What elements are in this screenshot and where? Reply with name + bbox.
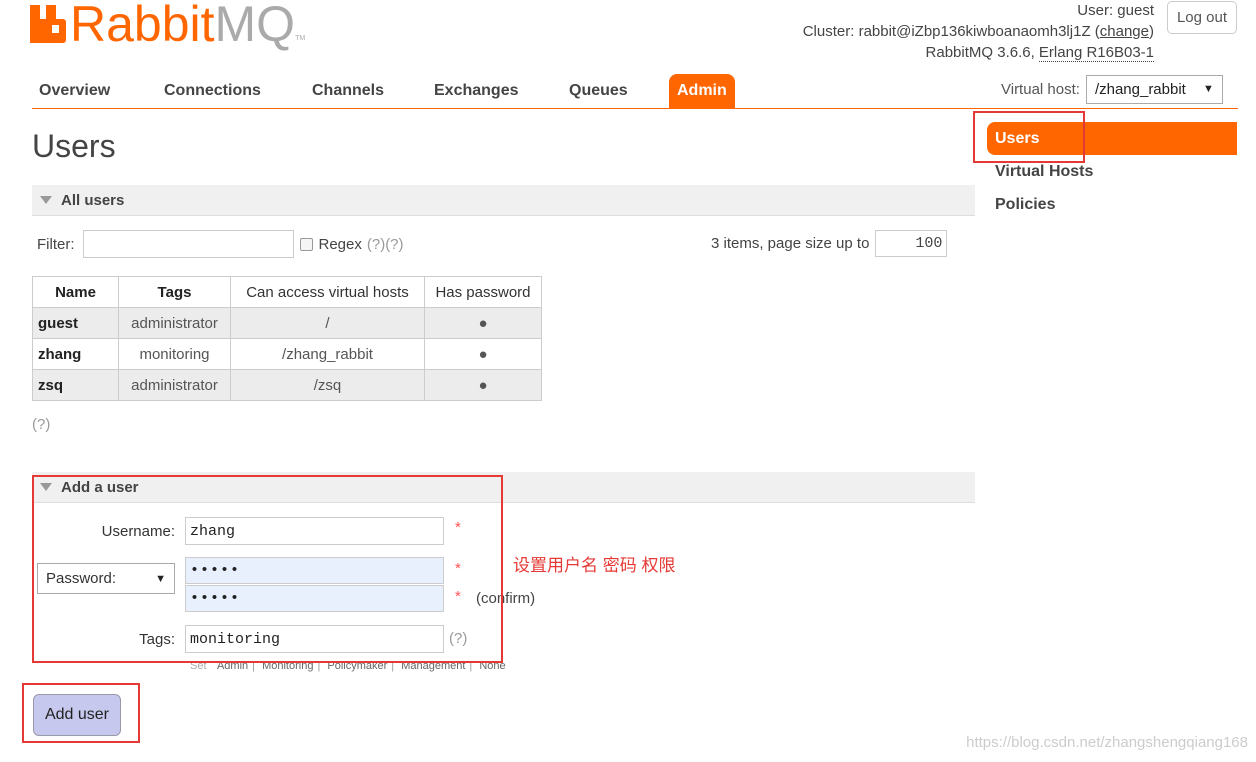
logo-trademark: TM — [295, 35, 306, 42]
user-tags: monitoring — [118, 338, 231, 370]
pagination-info: 3 items, page size up to 100 — [711, 229, 948, 257]
column-header-vhosts[interactable]: Can access virtual hosts — [230, 276, 425, 308]
has-password-dot: ● — [424, 369, 542, 401]
logo-wordmark: RabbitMQ — [70, 0, 296, 52]
user-line: User: guest — [1077, 2, 1154, 19]
table-help-link[interactable]: (?) — [32, 416, 50, 433]
annotation-text: 设置用户名 密码 权限 — [513, 556, 676, 575]
user-tags: administrator — [118, 307, 231, 339]
rabbitmq-logo: RabbitMQ TM — [30, 0, 306, 52]
user-tags: administrator — [118, 369, 231, 401]
collapse-triangle-icon — [40, 196, 52, 204]
page-size-input[interactable]: 100 — [875, 229, 948, 257]
erlang-version: Erlang R16B03-1 — [1038, 44, 1154, 62]
filter-label: Filter: — [37, 235, 75, 253]
user-vhosts: /zsq — [230, 369, 425, 401]
table-row[interactable]: guest administrator / ● — [32, 307, 542, 339]
all-users-section-header[interactable]: All users — [32, 185, 975, 216]
filter-row: Filter: Regex (?)(?) — [37, 230, 404, 258]
virtual-host-label: Virtual host: — [1001, 80, 1080, 98]
items-count-text: 3 items, page size up to — [711, 234, 870, 252]
column-header-name[interactable]: Name — [32, 276, 119, 308]
header-info: User: guest Cluster: rabbit@iZbp136kiwbo… — [803, 0, 1154, 63]
tab-queues[interactable]: Queues — [569, 74, 628, 108]
user-name-link[interactable]: zsq — [32, 369, 119, 401]
current-user: guest — [1117, 2, 1154, 19]
logout-button[interactable]: Log out — [1167, 1, 1237, 34]
has-password-dot: ● — [424, 307, 542, 339]
watermark: https://blog.csdn.net/zhangshengqiang168 — [966, 734, 1248, 751]
cluster-line: Cluster: rabbit@iZbp136kiwboanaomh3lj1Z … — [802, 23, 1154, 40]
annotation-box-users — [973, 111, 1085, 163]
virtual-host-picker: Virtual host: /zhang_rabbit ▼ — [1001, 74, 1223, 104]
filter-input[interactable] — [82, 230, 294, 258]
regex-label: Regex — [318, 235, 362, 253]
tab-admin[interactable]: Admin — [669, 74, 735, 108]
user-name-link[interactable]: guest — [32, 307, 119, 339]
table-row[interactable]: zhang monitoring /zhang_rabbit ● — [32, 338, 542, 370]
version-line: RabbitMQ 3.6.6, Erlang R16B03-1 — [925, 44, 1154, 62]
user-name-link[interactable]: zhang — [32, 338, 119, 370]
change-cluster-link[interactable]: change — [1100, 23, 1149, 40]
regex-help-link[interactable]: (?)(?) — [367, 236, 404, 253]
tab-overview[interactable]: Overview — [39, 74, 110, 108]
rabbit-logo-icon — [30, 5, 66, 43]
virtual-host-select[interactable]: /zhang_rabbit ▼ — [1085, 74, 1223, 104]
cluster-name: rabbit@iZbp136kiwboanaomh3lj1Z — [858, 23, 1091, 40]
page-title: Users — [32, 128, 116, 164]
annotation-box-add-button — [22, 683, 140, 743]
annotation-box-add-user-form — [32, 475, 503, 663]
user-vhosts: / — [230, 307, 425, 339]
table-row[interactable]: zsq administrator /zsq ● — [32, 369, 542, 401]
tab-channels[interactable]: Channels — [312, 74, 384, 108]
user-vhosts: /zhang_rabbit — [230, 338, 425, 370]
regex-checkbox[interactable] — [299, 237, 313, 251]
column-header-has-password[interactable]: Has password — [424, 276, 542, 308]
column-header-tags[interactable]: Tags — [118, 276, 231, 308]
dropdown-caret-icon: ▼ — [1203, 83, 1214, 95]
has-password-dot: ● — [424, 338, 542, 370]
tab-connections[interactable]: Connections — [164, 74, 261, 108]
users-table: Name Tags Can access virtual hosts Has p… — [32, 276, 542, 401]
sidebar-item-policies[interactable]: Policies — [987, 188, 1237, 221]
tab-exchanges[interactable]: Exchanges — [434, 74, 518, 108]
